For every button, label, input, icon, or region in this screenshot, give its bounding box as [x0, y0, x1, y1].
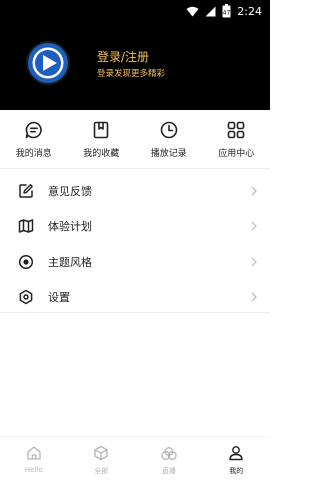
- chevron-right-icon: [251, 257, 257, 267]
- status-bar: 47 2:24: [0, 0, 270, 22]
- theme-radio-icon: [18, 254, 34, 269]
- menu-item-label: 意见反馈: [48, 184, 92, 198]
- map-icon: [18, 219, 34, 233]
- menu-item-experience-plan[interactable]: 体验计划: [0, 209, 270, 245]
- quick-item-messages[interactable]: 我的消息: [0, 110, 68, 168]
- bookmark-icon: [93, 121, 109, 139]
- tab-live[interactable]: 直播: [135, 437, 203, 480]
- tab-hello[interactable]: Hello: [0, 437, 68, 480]
- settings-hexagon-icon: [19, 290, 33, 305]
- tab-all[interactable]: 全部: [68, 437, 136, 480]
- profile-header: 47 2:24 登录/注册 登录发现更多精彩: [0, 0, 270, 110]
- menu-item-feedback[interactable]: 意见反馈: [0, 173, 270, 209]
- login-subtitle: 登录发现更多精彩: [97, 69, 166, 79]
- tab-label: 我的: [229, 467, 244, 475]
- play-logo-icon: [26, 41, 70, 85]
- tab-label: Hello: [24, 466, 43, 474]
- history-clock-icon: [160, 121, 178, 139]
- battery-level: 47: [223, 10, 231, 17]
- home-icon: [27, 446, 41, 460]
- chevron-right-icon: [251, 292, 257, 302]
- tab-label: 全部: [94, 467, 109, 475]
- quick-actions: 我的消息 我的收藏 播放记录 应用中心: [0, 110, 270, 169]
- quick-item-label: 应用中心: [218, 149, 255, 159]
- battery-icon: 47: [222, 4, 231, 18]
- divider: [0, 312, 270, 313]
- settings-menu: 意见反馈 体验计划 主题风格 设置: [0, 173, 270, 315]
- menu-item-theme-style[interactable]: 主题风格: [0, 244, 270, 280]
- chevron-right-icon: [251, 221, 257, 231]
- status-time: 2:24: [237, 4, 262, 18]
- apps-grid-icon: [227, 121, 245, 139]
- avatar[interactable]: [25, 40, 71, 86]
- user-icon: [229, 446, 243, 461]
- login-register-link[interactable]: 登录/注册: [97, 48, 149, 65]
- menu-item-label: 体验计划: [48, 220, 92, 234]
- message-icon: [25, 121, 42, 139]
- quick-item-label: 我的消息: [15, 149, 52, 159]
- tab-mine[interactable]: 我的: [203, 437, 271, 480]
- quick-item-favorites[interactable]: 我的收藏: [68, 110, 136, 168]
- menu-item-settings[interactable]: 设置: [0, 280, 270, 316]
- quick-item-label: 播放记录: [150, 149, 187, 159]
- live-icon: [161, 447, 177, 460]
- quick-item-label: 我的收藏: [83, 149, 120, 159]
- bottom-tab-bar: Hello 全部 直播 我的: [0, 436, 270, 480]
- quick-item-history[interactable]: 播放记录: [135, 110, 203, 168]
- signal-icon: [205, 6, 216, 17]
- feedback-edit-icon: [19, 183, 33, 198]
- quick-item-app-center[interactable]: 应用中心: [203, 110, 271, 168]
- menu-item-label: 设置: [48, 291, 70, 305]
- tab-label: 直播: [161, 467, 176, 475]
- cube-icon: [94, 445, 108, 461]
- menu-item-label: 主题风格: [48, 255, 92, 269]
- chevron-right-icon: [251, 186, 257, 196]
- wifi-icon: [186, 6, 199, 17]
